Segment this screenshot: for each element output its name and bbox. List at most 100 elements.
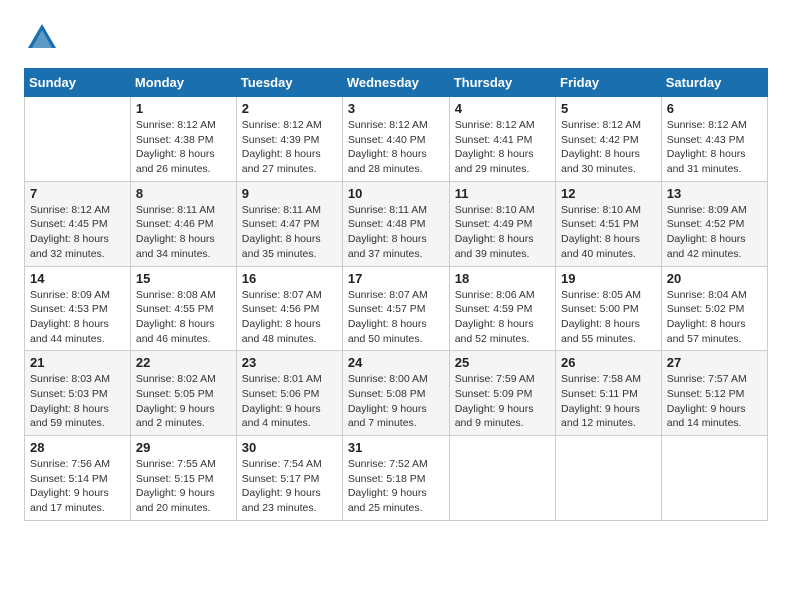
day-number: 23 xyxy=(242,355,337,370)
day-cell: 1 Sunrise: 8:12 AMSunset: 4:38 PMDaylight… xyxy=(130,97,236,182)
day-cell: 18Sunrise: 8:06 AMSunset: 4:59 PMDayligh… xyxy=(449,266,555,351)
day-cell: 20 Sunrise: 8:04 AMSunset: 5:02 PMDayligh… xyxy=(661,266,767,351)
day-number: 27 xyxy=(667,355,762,370)
day-info: Sunrise: 8:12 AMSunset: 4:40 PMDaylight:… xyxy=(348,118,444,177)
day-info: Sunrise: 8:08 AMSunset: 4:55 PMDaylight:… xyxy=(136,288,231,347)
day-number: 2 xyxy=(242,101,337,116)
day-cell: 29Sunrise: 7:55 AMSunset: 5:15 PMDayligh… xyxy=(130,436,236,521)
weekday-header-row: SundayMondayTuesdayWednesdayThursdayFrid… xyxy=(25,69,768,97)
calendar-table: SundayMondayTuesdayWednesdayThursdayFrid… xyxy=(24,68,768,521)
day-number: 31 xyxy=(348,440,444,455)
day-cell: 13 Sunrise: 8:09 AMSunset: 4:52 PMDayligh… xyxy=(661,181,767,266)
day-info: Sunrise: 8:12 AMSunset: 4:41 PMDaylight:… xyxy=(455,118,550,177)
day-number: 6 xyxy=(667,101,762,116)
day-info: Sunrise: 8:12 AMSunset: 4:42 PMDaylight:… xyxy=(561,118,656,177)
day-number: 15 xyxy=(136,271,231,286)
day-cell: 25Sunrise: 7:59 AMSunset: 5:09 PMDayligh… xyxy=(449,351,555,436)
weekday-header-monday: Monday xyxy=(130,69,236,97)
day-info: Sunrise: 8:07 AMSunset: 4:56 PMDaylight:… xyxy=(242,288,337,347)
day-cell: 6 Sunrise: 8:12 AMSunset: 4:43 PMDaylight… xyxy=(661,97,767,182)
day-info: Sunrise: 7:55 AMSunset: 5:15 PMDaylight:… xyxy=(136,457,231,516)
week-row-2: 7Sunrise: 8:12 AMSunset: 4:45 PMDaylight… xyxy=(25,181,768,266)
weekday-header-thursday: Thursday xyxy=(449,69,555,97)
day-info: Sunrise: 8:12 AMSunset: 4:38 PMDaylight:… xyxy=(136,118,231,177)
day-cell: 5 Sunrise: 8:12 AMSunset: 4:42 PMDaylight… xyxy=(556,97,662,182)
day-cell: 9 Sunrise: 8:11 AMSunset: 4:47 PMDaylight… xyxy=(236,181,342,266)
day-number: 16 xyxy=(242,271,337,286)
page-header xyxy=(24,20,768,56)
day-number: 1 xyxy=(136,101,231,116)
day-info: Sunrise: 8:00 AMSunset: 5:08 PMDaylight:… xyxy=(348,372,444,431)
day-number: 30 xyxy=(242,440,337,455)
day-info: Sunrise: 8:11 AMSunset: 4:48 PMDaylight:… xyxy=(348,203,444,262)
day-info: Sunrise: 8:09 AMSunset: 4:53 PMDaylight:… xyxy=(30,288,125,347)
day-number: 24 xyxy=(348,355,444,370)
week-row-5: 28 Sunrise: 7:56 AMSunset: 5:14 PMDayligh… xyxy=(25,436,768,521)
day-cell: 7Sunrise: 8:12 AMSunset: 4:45 PMDaylight… xyxy=(25,181,131,266)
day-number: 14 xyxy=(30,271,125,286)
day-cell: 12 Sunrise: 8:10 AMSunset: 4:51 PMDayligh… xyxy=(556,181,662,266)
day-cell: 27 Sunrise: 7:57 AMSunset: 5:12 PMDayligh… xyxy=(661,351,767,436)
day-cell xyxy=(25,97,131,182)
week-row-1: 1 Sunrise: 8:12 AMSunset: 4:38 PMDaylight… xyxy=(25,97,768,182)
day-info: Sunrise: 8:12 AMSunset: 4:45 PMDaylight:… xyxy=(30,203,125,262)
day-info: Sunrise: 7:58 AMSunset: 5:11 PMDaylight:… xyxy=(561,372,656,431)
day-cell: 10Sunrise: 8:11 AMSunset: 4:48 PMDayligh… xyxy=(342,181,449,266)
day-number: 28 xyxy=(30,440,125,455)
day-info: Sunrise: 8:11 AMSunset: 4:47 PMDaylight:… xyxy=(242,203,337,262)
day-info: Sunrise: 8:09 AMSunset: 4:52 PMDaylight:… xyxy=(667,203,762,262)
day-info: Sunrise: 8:06 AMSunset: 4:59 PMDaylight:… xyxy=(455,288,550,347)
week-row-4: 21Sunrise: 8:03 AMSunset: 5:03 PMDayligh… xyxy=(25,351,768,436)
day-cell: 19Sunrise: 8:05 AMSunset: 5:00 PMDayligh… xyxy=(556,266,662,351)
day-number: 4 xyxy=(455,101,550,116)
day-cell: 15 Sunrise: 8:08 AMSunset: 4:55 PMDayligh… xyxy=(130,266,236,351)
day-cell: 8Sunrise: 8:11 AMSunset: 4:46 PMDaylight… xyxy=(130,181,236,266)
day-cell: 28 Sunrise: 7:56 AMSunset: 5:14 PMDayligh… xyxy=(25,436,131,521)
logo xyxy=(24,20,66,56)
day-number: 11 xyxy=(455,186,550,201)
day-cell xyxy=(449,436,555,521)
day-number: 25 xyxy=(455,355,550,370)
day-cell xyxy=(556,436,662,521)
day-cell: 23 Sunrise: 8:01 AMSunset: 5:06 PMDayligh… xyxy=(236,351,342,436)
day-number: 5 xyxy=(561,101,656,116)
day-info: Sunrise: 8:01 AMSunset: 5:06 PMDaylight:… xyxy=(242,372,337,431)
day-number: 22 xyxy=(136,355,231,370)
day-cell: 22 Sunrise: 8:02 AMSunset: 5:05 PMDayligh… xyxy=(130,351,236,436)
weekday-header-wednesday: Wednesday xyxy=(342,69,449,97)
day-cell: 24 Sunrise: 8:00 AMSunset: 5:08 PMDayligh… xyxy=(342,351,449,436)
day-info: Sunrise: 8:07 AMSunset: 4:57 PMDaylight:… xyxy=(348,288,444,347)
day-info: Sunrise: 8:02 AMSunset: 5:05 PMDaylight:… xyxy=(136,372,231,431)
weekday-header-friday: Friday xyxy=(556,69,662,97)
day-info: Sunrise: 7:56 AMSunset: 5:14 PMDaylight:… xyxy=(30,457,125,516)
logo-icon xyxy=(24,20,60,56)
day-info: Sunrise: 8:12 AMSunset: 4:39 PMDaylight:… xyxy=(242,118,337,177)
day-cell: 11 Sunrise: 8:10 AMSunset: 4:49 PMDayligh… xyxy=(449,181,555,266)
week-row-3: 14 Sunrise: 8:09 AMSunset: 4:53 PMDayligh… xyxy=(25,266,768,351)
day-cell: 16 Sunrise: 8:07 AMSunset: 4:56 PMDayligh… xyxy=(236,266,342,351)
weekday-header-sunday: Sunday xyxy=(25,69,131,97)
day-info: Sunrise: 8:04 AMSunset: 5:02 PMDaylight:… xyxy=(667,288,762,347)
day-info: Sunrise: 7:52 AMSunset: 5:18 PMDaylight:… xyxy=(348,457,444,516)
day-number: 13 xyxy=(667,186,762,201)
day-number: 9 xyxy=(242,186,337,201)
day-number: 12 xyxy=(561,186,656,201)
day-info: Sunrise: 8:12 AMSunset: 4:43 PMDaylight:… xyxy=(667,118,762,177)
day-info: Sunrise: 7:57 AMSunset: 5:12 PMDaylight:… xyxy=(667,372,762,431)
day-number: 3 xyxy=(348,101,444,116)
day-cell: 4 Sunrise: 8:12 AMSunset: 4:41 PMDaylight… xyxy=(449,97,555,182)
day-info: Sunrise: 8:10 AMSunset: 4:51 PMDaylight:… xyxy=(561,203,656,262)
day-info: Sunrise: 7:54 AMSunset: 5:17 PMDaylight:… xyxy=(242,457,337,516)
day-number: 19 xyxy=(561,271,656,286)
day-cell: 21Sunrise: 8:03 AMSunset: 5:03 PMDayligh… xyxy=(25,351,131,436)
day-cell: 3 Sunrise: 8:12 AMSunset: 4:40 PMDaylight… xyxy=(342,97,449,182)
day-info: Sunrise: 8:11 AMSunset: 4:46 PMDaylight:… xyxy=(136,203,231,262)
day-info: Sunrise: 8:10 AMSunset: 4:49 PMDaylight:… xyxy=(455,203,550,262)
weekday-header-saturday: Saturday xyxy=(661,69,767,97)
day-number: 21 xyxy=(30,355,125,370)
day-number: 26 xyxy=(561,355,656,370)
weekday-header-tuesday: Tuesday xyxy=(236,69,342,97)
day-number: 20 xyxy=(667,271,762,286)
day-cell: 17Sunrise: 8:07 AMSunset: 4:57 PMDayligh… xyxy=(342,266,449,351)
day-cell: 30 Sunrise: 7:54 AMSunset: 5:17 PMDayligh… xyxy=(236,436,342,521)
